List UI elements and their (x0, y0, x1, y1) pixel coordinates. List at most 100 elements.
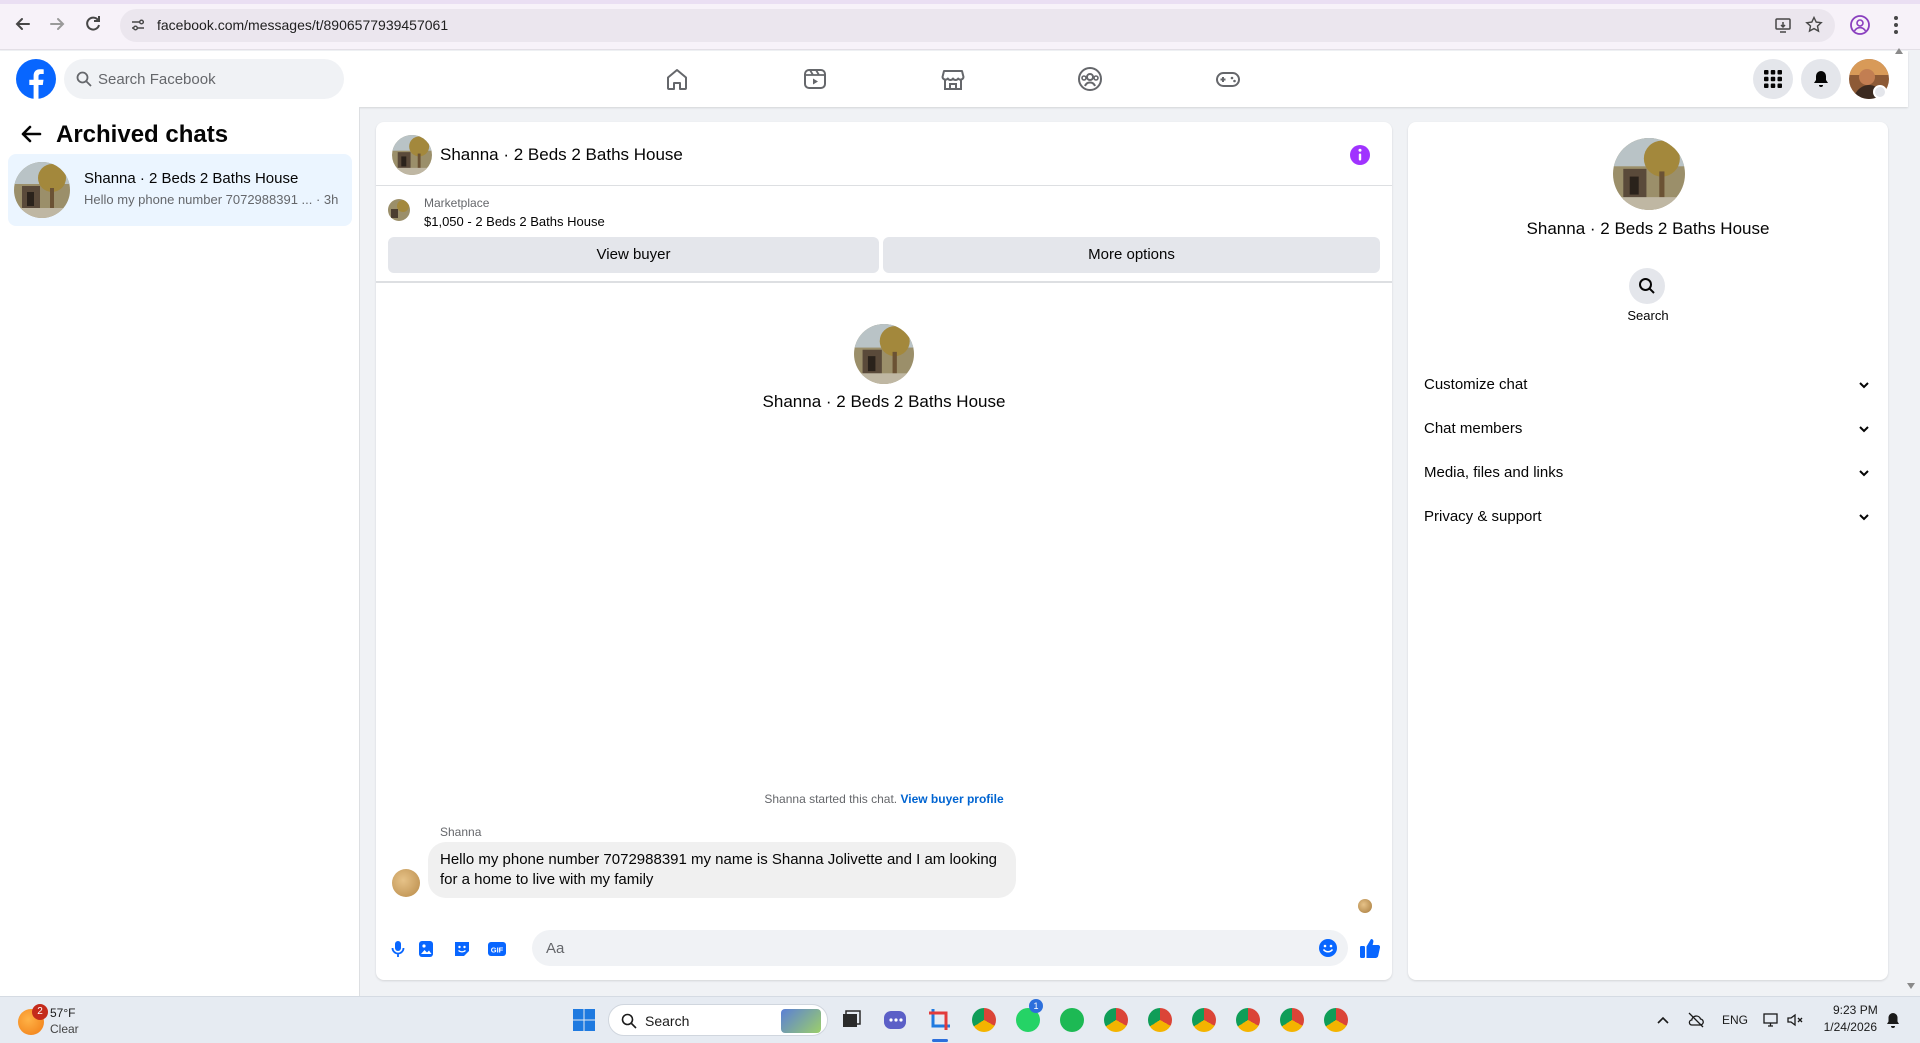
language-indicator[interactable]: ENG (1722, 1013, 1748, 1027)
conversation-avatar[interactable] (392, 135, 432, 175)
notification-bell-icon[interactable] (1885, 1011, 1901, 1029)
more-options-button[interactable]: More options (883, 237, 1380, 273)
chrome-icon[interactable] (969, 1005, 999, 1035)
site-info-icon[interactable] (130, 17, 146, 33)
view-buyer-profile-link[interactable]: View buyer profile (900, 792, 1003, 806)
message-bubble[interactable]: Hello my phone number 7072988391 my name… (428, 842, 1016, 898)
tray-chevron-up-icon[interactable] (1656, 1014, 1670, 1026)
chevron-down-icon (1859, 470, 1869, 477)
section-label: Customize chat (1424, 376, 1528, 393)
url-text[interactable]: facebook.com/messages/t/8906577939457061 (157, 17, 448, 33)
reload-icon[interactable] (82, 14, 104, 36)
message-sender: Shanna (440, 825, 482, 839)
notifications-button[interactable] (1801, 59, 1841, 99)
sticker-icon[interactable] (452, 939, 472, 959)
search-highlight-icon (781, 1009, 821, 1033)
view-buyer-button[interactable]: View buyer (388, 237, 879, 273)
active-app-indicator (932, 1039, 948, 1042)
customize-chat-section[interactable]: Customize chat (1416, 363, 1880, 407)
network-icon[interactable] (1762, 1011, 1780, 1029)
install-app-icon[interactable] (1774, 16, 1792, 34)
facebook-logo-icon[interactable] (16, 59, 56, 99)
conversation-header: Shanna · 2 Beds 2 Baths House (376, 122, 1392, 186)
task-view-icon[interactable] (836, 1005, 866, 1035)
back-icon[interactable] (12, 14, 34, 36)
search-in-conversation-button[interactable] (1629, 268, 1665, 304)
chat-list-item[interactable]: Shanna · 2 Beds 2 Baths House Hello my p… (8, 154, 352, 226)
browser-menu-icon[interactable] (1893, 14, 1899, 36)
groups-icon[interactable] (1074, 63, 1106, 95)
video-icon[interactable] (799, 63, 831, 95)
menu-grid-button[interactable] (1753, 59, 1793, 99)
section-label: Privacy & support (1424, 508, 1542, 525)
info-avatar[interactable] (1613, 138, 1685, 210)
marketplace-label: Marketplace (424, 196, 490, 210)
scroll-down-icon[interactable] (1906, 982, 1916, 990)
facebook-search-input[interactable] (98, 59, 338, 99)
archived-chats-panel: Archived chats Shanna · 2 Beds 2 Baths H… (0, 107, 360, 996)
conversation-title[interactable]: Shanna · 2 Beds 2 Baths House (440, 145, 683, 165)
microphone-icon[interactable] (388, 939, 408, 959)
chrome-profile-5-icon[interactable] (1277, 1005, 1307, 1035)
chrome-profile-3-icon[interactable] (1189, 1005, 1219, 1035)
menu-grid-icon (1764, 70, 1782, 88)
clock-time[interactable]: 9:23 PM (1833, 1003, 1878, 1017)
chat-started-notice: Shanna started this chat. View buyer pro… (376, 792, 1392, 806)
section-label: Media, files and links (1424, 464, 1564, 481)
weather-badge: 2 (32, 1004, 48, 1020)
intro-avatar (854, 324, 914, 384)
facebook-search[interactable] (64, 59, 344, 99)
scroll-up-icon[interactable] (1894, 47, 1904, 55)
thumbs-up-icon[interactable] (1358, 936, 1382, 960)
sender-avatar[interactable] (392, 869, 420, 897)
seen-indicator-avatar (1358, 899, 1372, 913)
back-arrow-icon[interactable] (18, 121, 44, 147)
message-composer[interactable] (532, 930, 1348, 966)
chat-members-section[interactable]: Chat members (1416, 407, 1880, 451)
snipping-tool-icon[interactable] (925, 1005, 955, 1035)
taskbar-search[interactable]: Search (608, 1004, 828, 1036)
chevron-down-icon (1859, 426, 1869, 433)
chrome-profile-2-icon[interactable] (1145, 1005, 1175, 1035)
listing-title[interactable]: $1,050 - 2 Beds 2 Baths House (424, 214, 605, 229)
cloud-offline-icon[interactable] (1687, 1011, 1705, 1029)
search-icon (76, 71, 92, 87)
chrome-profile-6-icon[interactable] (1321, 1005, 1351, 1035)
browser-toolbar: facebook.com/messages/t/8906577939457061 (0, 0, 1920, 50)
message-input[interactable] (546, 930, 1306, 966)
account-caret-icon[interactable] (1873, 85, 1887, 99)
teams-icon[interactable] (880, 1005, 910, 1035)
taskbar-search-label: Search (645, 1013, 690, 1029)
spotify-icon[interactable] (1057, 1005, 1087, 1035)
bookmark-star-icon[interactable] (1805, 16, 1823, 34)
photo-icon[interactable] (416, 939, 436, 959)
windows-start-icon[interactable] (572, 1008, 596, 1032)
weather-condition: Clear (50, 1022, 79, 1036)
info-icon[interactable] (1349, 144, 1371, 166)
whatsapp-badge: 1 (1029, 999, 1043, 1013)
marketplace-banner: Marketplace $1,050 - 2 Beds 2 Baths Hous… (376, 187, 1392, 283)
svg-text:GIF: GIF (491, 946, 504, 955)
chat-started-text: Shanna started this chat. (764, 792, 898, 806)
search-icon (1639, 278, 1655, 294)
gaming-icon[interactable] (1212, 63, 1244, 95)
chrome-profile-4-icon[interactable] (1233, 1005, 1263, 1035)
conversation-panel: Shanna · 2 Beds 2 Baths House Marketplac… (376, 122, 1392, 980)
facebook-header (0, 48, 1908, 107)
media-files-links-section[interactable]: Media, files and links (1416, 451, 1880, 495)
marketplace-icon[interactable] (937, 63, 969, 95)
section-label: Chat members (1424, 420, 1523, 437)
address-bar[interactable]: facebook.com/messages/t/8906577939457061 (120, 9, 1835, 42)
page-title: Archived chats (56, 121, 229, 148)
browser-profile-icon[interactable] (1849, 14, 1871, 36)
volume-muted-icon[interactable] (1786, 1011, 1804, 1029)
forward-icon[interactable] (46, 14, 68, 36)
home-icon[interactable] (661, 63, 693, 95)
weather-temperature: 57°F (50, 1006, 76, 1020)
emoji-icon[interactable] (1318, 938, 1338, 958)
privacy-support-section[interactable]: Privacy & support (1416, 495, 1880, 539)
chat-name: Shanna · 2 Beds 2 Baths House (84, 170, 299, 187)
chrome-profile-1-icon[interactable] (1101, 1005, 1131, 1035)
gif-icon[interactable]: GIF (487, 939, 507, 959)
clock-date[interactable]: 1/24/2026 (1820, 1020, 1877, 1034)
